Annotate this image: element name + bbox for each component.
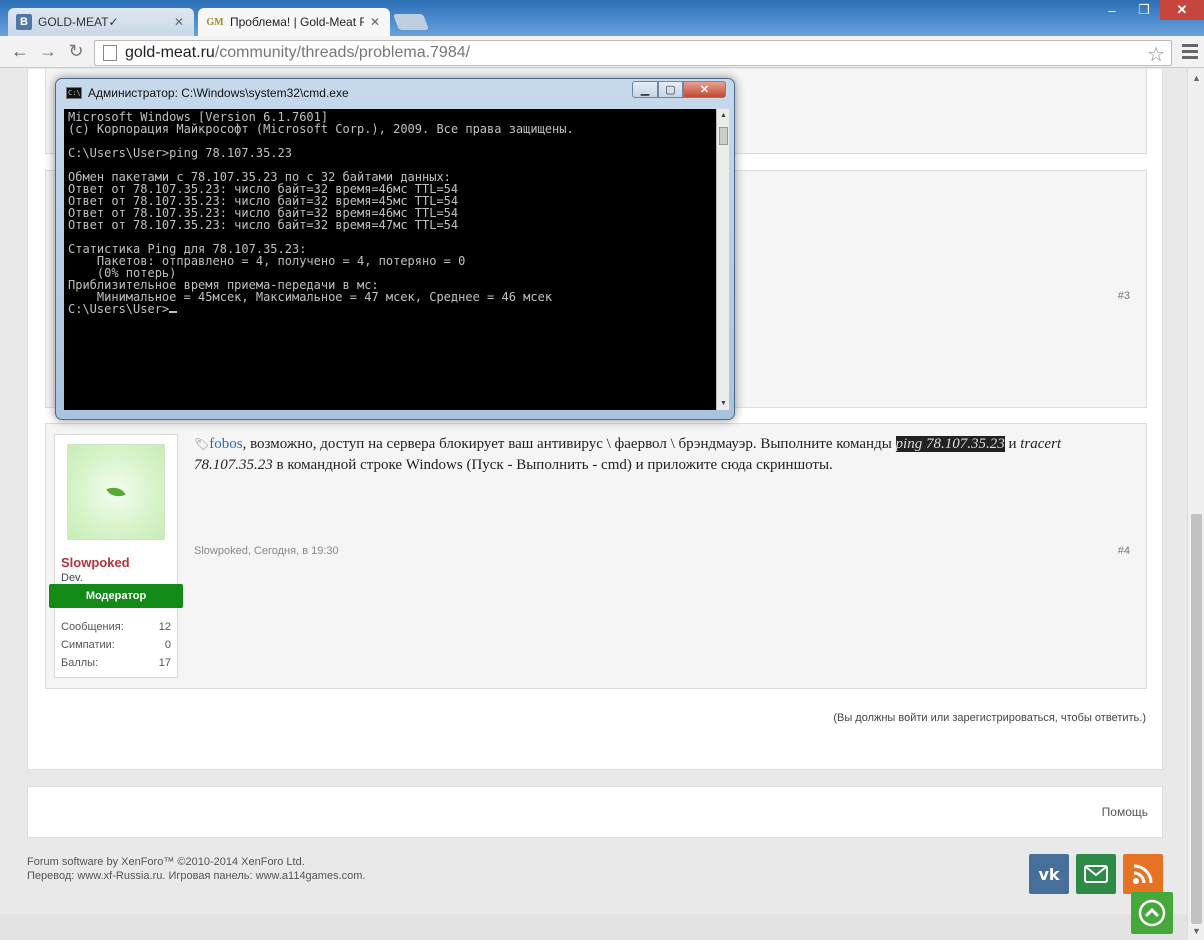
bottom-strip: [0, 914, 1187, 940]
menu-icon[interactable]: [1182, 44, 1198, 62]
stat-points: Баллы: 17: [61, 657, 171, 669]
stat-label: Баллы:: [61, 657, 99, 669]
cmd-output: Microsoft Windows [Version 6.1.7601] (c)…: [68, 110, 574, 304]
tab-strip: B GOLD-MEAT✓ ✕ GM Проблема! | Gold-Meat …: [0, 0, 1204, 36]
browser-toolbar: ← → ↻ gold-meat.ru/community/threads/pro…: [0, 36, 1204, 68]
tab-close-icon[interactable]: ✕: [370, 15, 380, 29]
message-text: в командной строке Windows (Пуск - Выпол…: [272, 457, 833, 473]
stat-value: 17: [158, 657, 171, 669]
avatar[interactable]: [67, 444, 165, 540]
gm-favicon-icon: GM: [206, 16, 224, 28]
cmd-scrollbar[interactable]: ▲ ▼: [716, 109, 729, 410]
cmd-window[interactable]: C:\ Администратор: C:\Windows\system32\c…: [55, 78, 735, 420]
cmd-app-icon: C:\: [66, 87, 82, 99]
command-ping: ping 78.107.35.23: [895, 436, 1005, 452]
message-text: и: [1004, 436, 1021, 452]
cmd-scroll-up-icon[interactable]: ▲: [720, 112, 727, 119]
vk-favicon-icon: B: [16, 14, 32, 30]
tab-gold-meat-vk[interactable]: B GOLD-MEAT✓ ✕: [8, 8, 194, 36]
mail-icon[interactable]: [1076, 854, 1116, 894]
bookmark-star-icon[interactable]: ☆: [1147, 42, 1165, 67]
scroll-to-top-button[interactable]: [1131, 892, 1173, 934]
copyright-line: Forum software by XenForo™ ©2010-2014 Xe…: [27, 856, 305, 868]
scroll-thumb[interactable]: [1191, 514, 1202, 924]
message-text: , возможно, доступ на сервера блокирует …: [242, 436, 896, 452]
user-info: Slowpoked Dev. Модератор Сообщения: 12 С…: [49, 434, 183, 678]
cursor: [169, 311, 178, 313]
restore-icon[interactable]: ❐: [1128, 0, 1160, 20]
stat-value: 12: [158, 621, 171, 633]
cmd-maximize-icon[interactable]: ▢: [658, 81, 683, 98]
cmd-console[interactable]: Microsoft Windows [Version 6.1.7601] (c)…: [64, 109, 716, 410]
cmd-window-controls: ▁ ▢ ✕: [632, 81, 726, 98]
tab-close-icon[interactable]: ✕: [174, 15, 184, 29]
tab-title: Проблема! | Gold-Meat F: [230, 15, 364, 29]
minimize-icon[interactable]: –: [1096, 0, 1128, 20]
tab-problema[interactable]: GM Проблема! | Gold-Meat F ✕: [198, 8, 390, 36]
cmd-close-icon[interactable]: ✕: [683, 81, 726, 98]
back-icon[interactable]: ←: [6, 41, 34, 62]
close-window-icon[interactable]: ✕: [1160, 0, 1204, 20]
tag-icon: 🏷: [194, 437, 210, 451]
window-controls: – ❐ ✕: [1096, 0, 1204, 20]
tab-title: GOLD-MEAT✓: [38, 15, 119, 29]
stat-value: 0: [164, 639, 171, 651]
post-4: Slowpoked Dev. Модератор Сообщения: 12 С…: [45, 423, 1147, 689]
copyright-line: Перевод: www.xf-Russia.ru. Игровая панел…: [27, 870, 366, 882]
url-host: gold-meat.ru: [125, 44, 215, 61]
url-path: /community/threads/problema.7984/: [214, 44, 471, 61]
cmd-prompt-line: C:\Users\User>: [68, 303, 712, 315]
stat-messages: Сообщения: 12: [61, 621, 171, 633]
footer-links-bar: Помощь: [27, 786, 1163, 838]
stat-likes: Симпатии: 0: [61, 639, 171, 651]
vk-icon[interactable]: vk: [1029, 854, 1069, 894]
cmd-scroll-thumb[interactable]: [719, 127, 728, 145]
post-message: 🏷fobos, возможно, доступ на сервера блок…: [194, 434, 1124, 476]
post-number[interactable]: #4: [1118, 545, 1130, 557]
cmd-prompt: C:\Users\User>: [68, 302, 170, 316]
help-link[interactable]: Помощь: [1102, 805, 1148, 819]
leaf-icon: [106, 483, 126, 501]
scroll-up-icon[interactable]: ▲: [1192, 73, 1201, 83]
moderator-badge: Модератор: [49, 584, 183, 608]
user-title: Dev.: [61, 572, 83, 584]
chevron-up-icon: [1138, 899, 1166, 927]
rss-icon[interactable]: [1123, 854, 1163, 894]
page-icon: [103, 45, 117, 61]
forward-icon[interactable]: →: [34, 41, 62, 62]
stat-label: Сообщения:: [61, 621, 124, 633]
user-mention-link[interactable]: fobos: [209, 436, 242, 452]
new-tab-button[interactable]: [393, 14, 429, 30]
address-bar[interactable]: gold-meat.ru/community/threads/problema.…: [94, 40, 1172, 66]
reload-icon[interactable]: ↻: [62, 41, 90, 62]
post-number[interactable]: #3: [1118, 290, 1130, 302]
cmd-minimize-icon[interactable]: ▁: [632, 81, 658, 98]
cmd-scroll-down-icon[interactable]: ▼: [720, 400, 727, 407]
page-scrollbar[interactable]: ▲ ▼: [1187, 69, 1204, 940]
cmd-title: Администратор: C:\Windows\system32\cmd.e…: [88, 86, 349, 100]
reply-login-note: (Вы должны войти или зарегистрироваться,…: [833, 712, 1146, 724]
copyright: Forum software by XenForo™ ©2010-2014 Xe…: [27, 855, 365, 883]
post-meta[interactable]: Slowpoked, Сегодня, в 19:30: [194, 545, 339, 557]
stat-label: Симпатии:: [61, 639, 115, 651]
username[interactable]: Slowpoked: [61, 555, 130, 570]
scroll-down-icon[interactable]: ▼: [1192, 926, 1201, 936]
cmd-titlebar[interactable]: C:\ Администратор: C:\Windows\system32\c…: [66, 86, 349, 100]
